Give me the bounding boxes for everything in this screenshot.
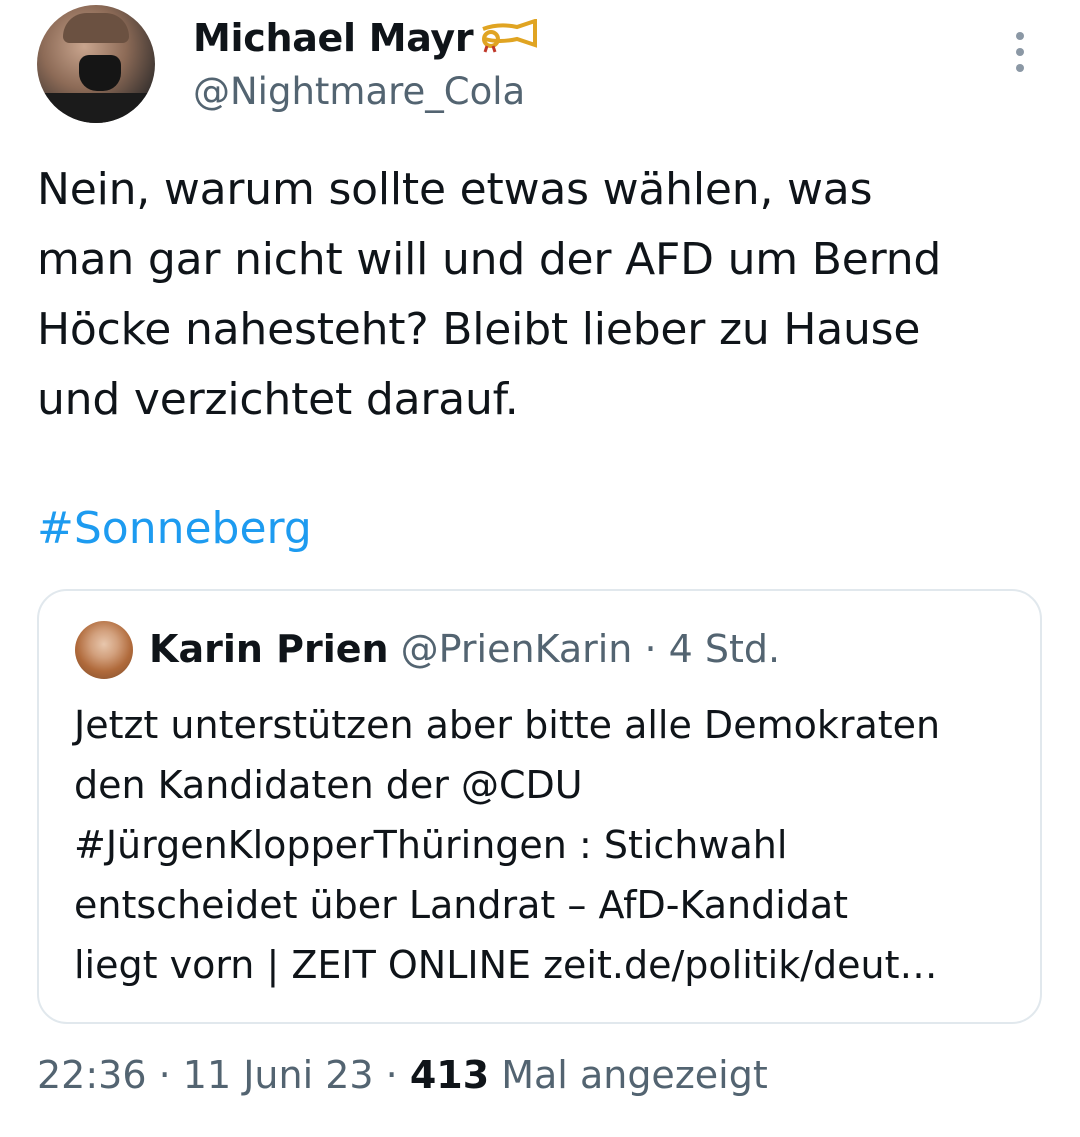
quoted-tweet-header: Karin Prien @PrienKarin · 4 Std. [149, 627, 781, 671]
quoted-author-handle: @PrienKarin [400, 627, 633, 671]
tweet-line: Nein, warum sollte etwas wählen, was [37, 164, 873, 215]
quoted-line: entscheidet über Landrat – AfD-Kandidat [74, 883, 849, 927]
tweet-footer: 22:36 · 11 Juni 23 · 413 Mal angezeigt [37, 1053, 768, 1097]
author-avatar[interactable] [37, 5, 155, 123]
quoted-tweet-time: 4 Std. [668, 627, 781, 671]
tweet-time[interactable]: 22:36 [37, 1053, 147, 1097]
quoted-author-name: Karin Prien [149, 627, 389, 671]
quoted-tweet-text: Jetzt unterstützen aber bitte alle Demok… [74, 695, 1029, 995]
tweet-line: Höcke nahesteht? Bleibt lieber zu Hause [37, 304, 921, 355]
author-handle[interactable]: @Nightmare_Cola [193, 70, 525, 113]
more-options-icon[interactable] [1008, 32, 1032, 72]
tweet-line: und verzichtet darauf. [37, 374, 519, 425]
quoted-line: den Kandidaten der @CDU [74, 763, 583, 807]
quoted-line: #JürgenKlopperThüringen : Stichwahl [74, 823, 788, 867]
quoted-line: Jetzt unterstützen aber bitte alle Demok… [74, 703, 941, 747]
tweet-date[interactable]: 11 Juni 23 [183, 1053, 374, 1097]
views-label: Mal angezeigt [489, 1053, 768, 1097]
author-name[interactable]: Michael Mayr [193, 16, 541, 62]
quoted-line: liegt vorn | ZEIT ONLINE zeit.de/politik… [74, 943, 938, 987]
postal-horn-icon [479, 18, 541, 62]
tweet-line: man gar nicht will und der AFD um Bernd [37, 234, 942, 285]
quoted-author-avatar [75, 621, 133, 679]
views-count: 413 [409, 1053, 490, 1097]
hashtag-link[interactable]: #Sonneberg [37, 503, 312, 554]
quoted-tweet-card[interactable]: Karin Prien @PrienKarin · 4 Std. Jetzt u… [37, 589, 1042, 1024]
tweet-text: Nein, warum sollte etwas wählen, was man… [37, 155, 1047, 435]
